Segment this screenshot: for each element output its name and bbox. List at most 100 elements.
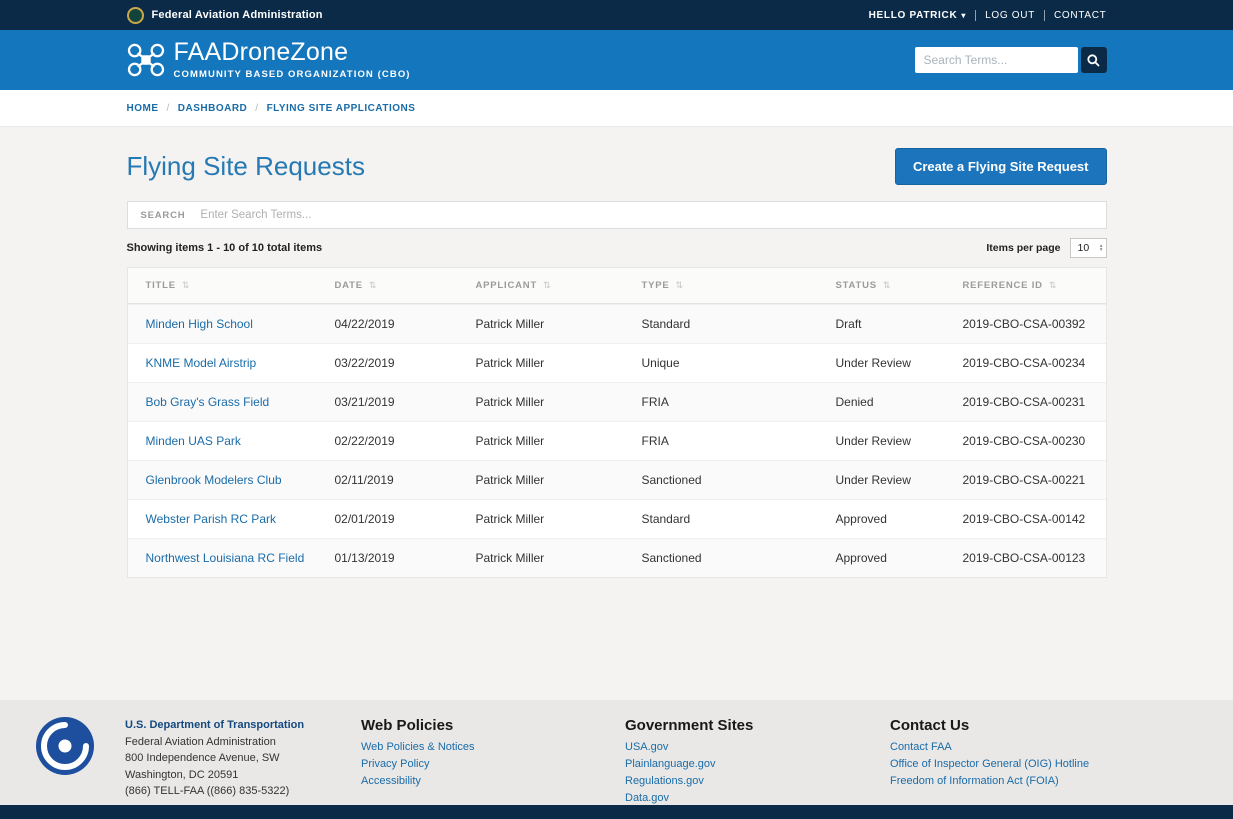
header-applicant[interactable]: APPLICANT⇅ (476, 280, 642, 291)
items-per-page-select[interactable]: 10 ▴ ▾ (1070, 238, 1107, 258)
footer-government-sites-heading: Government Sites (625, 717, 890, 734)
site-header: FAADroneZone COMMUNITY BASED ORGANIZATIO… (0, 30, 1233, 90)
row-applicant: Patrick Miller (476, 512, 642, 526)
row-reference-id: 2019-CBO-CSA-00142 (963, 512, 1106, 526)
agency-brand: Federal Aviation Administration (127, 7, 323, 24)
breadcrumb-dashboard[interactable]: DASHBOARD (178, 103, 248, 114)
logo-subtitle: COMMUNITY BASED ORGANIZATION (CBO) (174, 69, 411, 80)
spinner-icon: ▴ ▾ (1100, 244, 1103, 253)
header-status[interactable]: STATUS⇅ (836, 280, 963, 291)
row-reference-id: 2019-CBO-CSA-00123 (963, 551, 1106, 565)
footer-link-plainlanguage-gov[interactable]: Plainlanguage.gov (625, 756, 890, 773)
footer-link-usa-gov[interactable]: USA.gov (625, 739, 890, 756)
row-title-link[interactable]: Minden UAS Park (146, 434, 241, 448)
row-status: Approved (836, 551, 963, 565)
sort-icon: ⇅ (676, 280, 684, 291)
row-status: Draft (836, 317, 963, 331)
footer-link-contact-faa[interactable]: Contact FAA (890, 739, 1154, 756)
header-search-input[interactable] (915, 47, 1078, 73)
divider (975, 10, 976, 21)
showing-items-text: Showing items 1 - 10 of 10 total items (127, 242, 323, 254)
row-title-link[interactable]: Webster Parish RC Park (146, 512, 276, 526)
table-search-panel: SEARCH (127, 201, 1107, 229)
footer-phone: (866) TELL-FAA ((866) 835-5322) (125, 783, 361, 800)
sort-icon: ⇅ (883, 280, 891, 291)
logo-title: FAADroneZone (174, 40, 411, 65)
table-header-row: TITLE⇅ DATE⇅ APPLICANT⇅ TYPE⇅ STATUS⇅ RE… (128, 268, 1106, 304)
row-date: 02/01/2019 (335, 512, 476, 526)
header-search-button[interactable] (1081, 47, 1107, 73)
spinner-down-icon: ▾ (1100, 248, 1103, 253)
main-content: Flying Site Requests Create a Flying Sit… (0, 127, 1233, 700)
footer-link-web-policies-notices[interactable]: Web Policies & Notices (361, 739, 625, 756)
row-date: 02/11/2019 (335, 473, 476, 487)
row-applicant: Patrick Miller (476, 356, 642, 370)
drone-icon (127, 43, 165, 77)
footer-contact-us-heading: Contact Us (890, 717, 1154, 734)
footer-link-oig-hotline[interactable]: Office of Inspector General (OIG) Hotlin… (890, 756, 1154, 773)
footer-web-policies: Web Policies Web Policies & Notices Priv… (361, 717, 625, 805)
row-type: Sanctioned (642, 551, 836, 565)
header-date[interactable]: DATE⇅ (335, 280, 476, 291)
row-title-link[interactable]: Northwest Louisiana RC Field (146, 551, 305, 565)
logo-text: FAADroneZone COMMUNITY BASED ORGANIZATIO… (174, 40, 411, 80)
user-greeting: HELLO PATRICK (869, 10, 958, 21)
footer-link-regulations-gov[interactable]: Regulations.gov (625, 773, 890, 790)
table-row: Minden High School 04/22/2019 Patrick Mi… (128, 304, 1106, 343)
bottom-strip (0, 805, 1233, 819)
footer-link-foia[interactable]: Freedom of Information Act (FOIA) (890, 773, 1154, 790)
items-per-page-label: Items per page (986, 242, 1060, 254)
row-title-link[interactable]: Glenbrook Modelers Club (146, 473, 282, 487)
footer-link-privacy-policy[interactable]: Privacy Policy (361, 756, 625, 773)
footer-government-sites: Government Sites USA.gov Plainlanguage.g… (625, 717, 890, 805)
footer: U.S. Department of Transportation Federa… (0, 700, 1233, 805)
row-type: FRIA (642, 434, 836, 448)
sort-icon: ⇅ (543, 280, 551, 291)
row-status: Approved (836, 512, 963, 526)
divider (1044, 10, 1045, 21)
topbar-user-links: HELLO PATRICK ▾ LOG OUT CONTACT (869, 10, 1107, 21)
row-type: Standard (642, 317, 836, 331)
row-title-link[interactable]: Bob Gray's Grass Field (146, 395, 270, 409)
search-icon (1087, 54, 1100, 67)
row-date: 03/22/2019 (335, 356, 476, 370)
agency-name: Federal Aviation Administration (152, 9, 323, 21)
row-reference-id: 2019-CBO-CSA-00234 (963, 356, 1106, 370)
flying-site-requests-table: TITLE⇅ DATE⇅ APPLICANT⇅ TYPE⇅ STATUS⇅ RE… (127, 267, 1107, 578)
row-title-link[interactable]: Minden High School (146, 317, 253, 331)
breadcrumb-bar: HOME / DASHBOARD / FLYING SITE APPLICATI… (0, 90, 1233, 127)
breadcrumb-flying-site-applications[interactable]: FLYING SITE APPLICATIONS (267, 103, 416, 114)
row-type: FRIA (642, 395, 836, 409)
table-row: KNME Model Airstrip 03/22/2019 Patrick M… (128, 343, 1106, 382)
header-title[interactable]: TITLE⇅ (128, 280, 335, 291)
footer-street: 800 Independence Avenue, SW (125, 750, 361, 767)
row-type: Unique (642, 356, 836, 370)
user-menu[interactable]: HELLO PATRICK ▾ (869, 10, 966, 21)
header-reference-id[interactable]: REFERENCE ID⇅ (963, 280, 1106, 291)
row-status: Under Review (836, 434, 963, 448)
table-row: Bob Gray's Grass Field 03/21/2019 Patric… (128, 382, 1106, 421)
row-date: 02/22/2019 (335, 434, 476, 448)
row-reference-id: 2019-CBO-CSA-00221 (963, 473, 1106, 487)
create-flying-site-request-button[interactable]: Create a Flying Site Request (895, 148, 1107, 185)
logout-link[interactable]: LOG OUT (985, 10, 1035, 21)
page-title: Flying Site Requests (127, 151, 365, 182)
contact-link[interactable]: CONTACT (1054, 10, 1107, 21)
sort-icon: ⇅ (1049, 280, 1057, 291)
dronezone-logo[interactable]: FAADroneZone COMMUNITY BASED ORGANIZATIO… (127, 40, 411, 80)
row-title-link[interactable]: KNME Model Airstrip (146, 356, 257, 370)
search-label: SEARCH (141, 210, 186, 221)
faa-dronezone-page: Federal Aviation Administration HELLO PA… (0, 0, 1233, 819)
table-search-input[interactable] (200, 209, 1092, 221)
footer-link-accessibility[interactable]: Accessibility (361, 773, 625, 790)
row-applicant: Patrick Miller (476, 434, 642, 448)
row-applicant: Patrick Miller (476, 317, 642, 331)
breadcrumb-home[interactable]: HOME (127, 103, 159, 114)
row-type: Standard (642, 512, 836, 526)
footer-address: U.S. Department of Transportation Federa… (125, 717, 361, 805)
header-type[interactable]: TYPE⇅ (642, 280, 836, 291)
footer-agency: Federal Aviation Administration (125, 734, 361, 751)
dot-logo (36, 717, 94, 775)
table-row: Glenbrook Modelers Club 02/11/2019 Patri… (128, 460, 1106, 499)
row-date: 04/22/2019 (335, 317, 476, 331)
